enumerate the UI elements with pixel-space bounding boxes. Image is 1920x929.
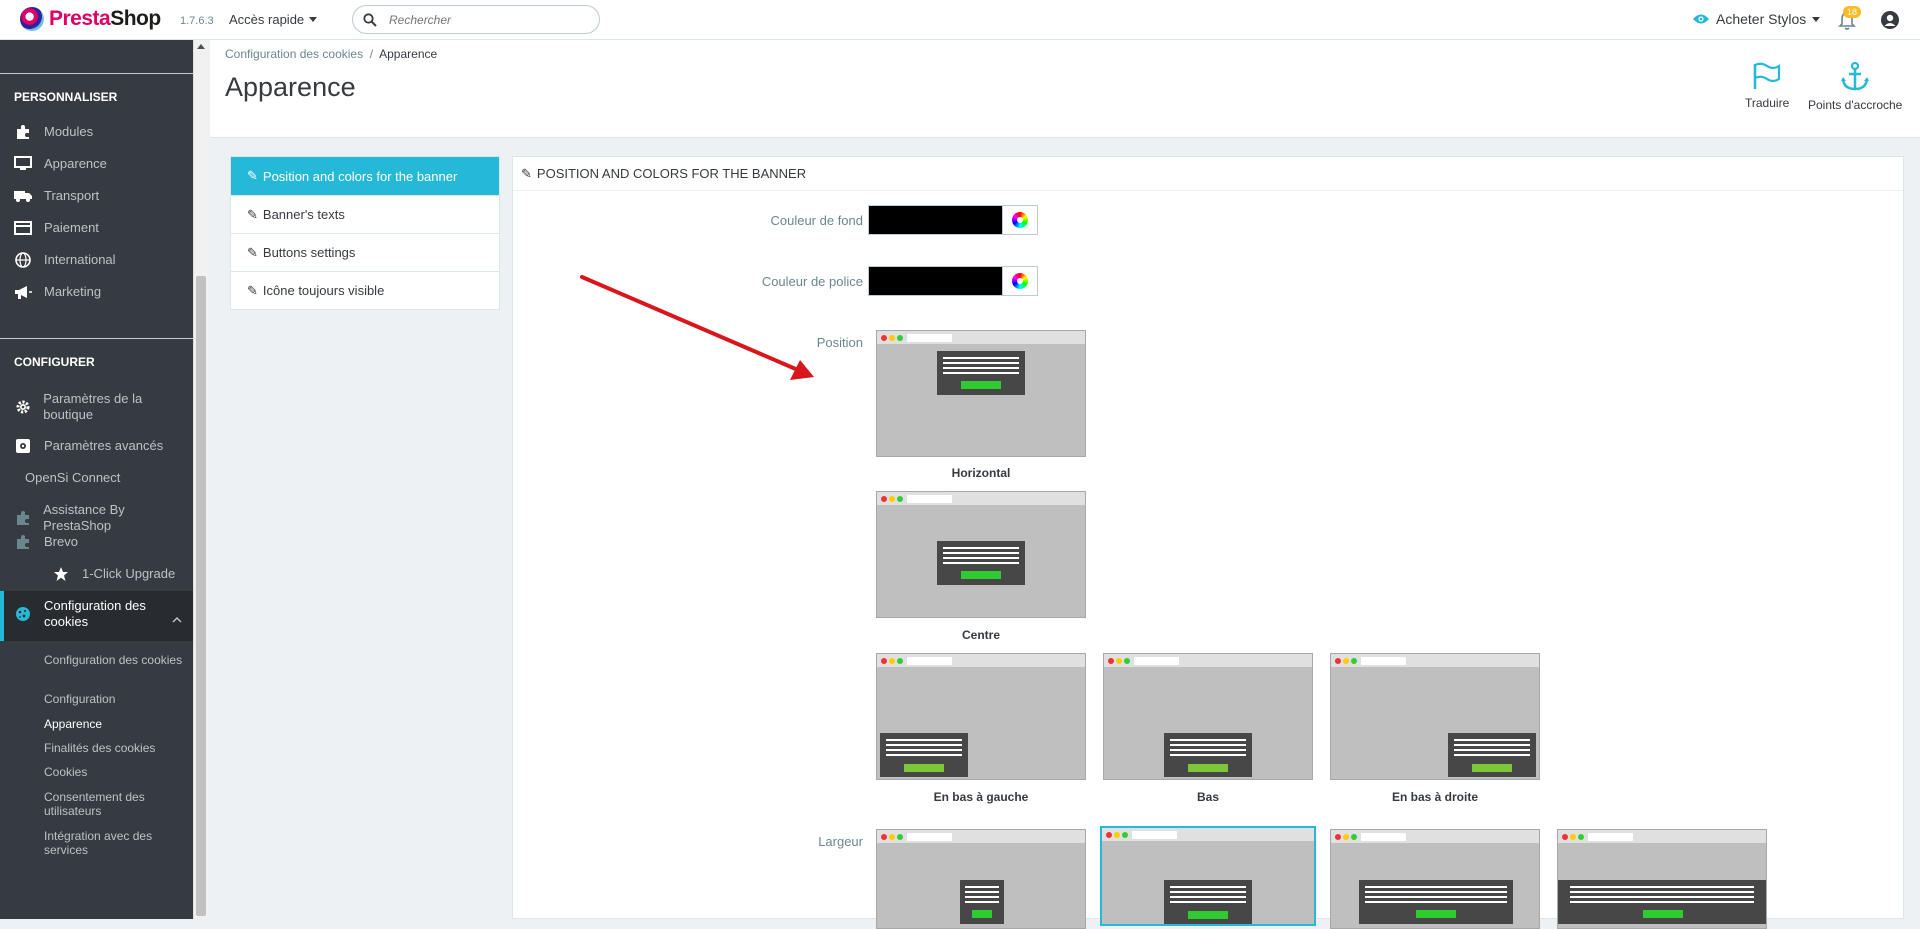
- sidebar-divider: [0, 73, 193, 74]
- pencil-icon: ✎: [247, 282, 258, 298]
- quick-access-dropdown[interactable]: Accès rapide: [229, 12, 318, 27]
- bg-color-picker-button[interactable]: [1002, 205, 1038, 235]
- font-color-picker-button[interactable]: [1002, 266, 1038, 296]
- position-label-bottom-right: En bas à droite: [1391, 790, 1479, 804]
- version-label: 1.7.6.3: [180, 15, 214, 27]
- width-option-large[interactable]: [1330, 829, 1540, 929]
- sidebar-item-international[interactable]: International: [14, 252, 189, 268]
- subnav-finalites[interactable]: Finalités des cookies: [44, 741, 184, 755]
- sidebar-item-brevo[interactable]: Brevo: [14, 534, 189, 550]
- puzzle-icon: [16, 511, 29, 525]
- sidebar-item-apparence[interactable]: Apparence: [14, 156, 189, 172]
- subnav-cookies[interactable]: Cookies: [44, 765, 184, 779]
- page-header: [210, 40, 1920, 138]
- megaphone-icon: [15, 286, 32, 299]
- position-option-horizontal[interactable]: [876, 330, 1086, 457]
- search-input[interactable]: [387, 11, 567, 28]
- search-box[interactable]: [352, 5, 600, 34]
- user-account-icon[interactable]: [1880, 10, 1900, 30]
- scrollbar-thumb[interactable]: [196, 276, 206, 916]
- eye-icon: [1693, 14, 1709, 24]
- position-label-horizontal: Horizontal: [951, 466, 1011, 480]
- sidebar-item-opensi-connect[interactable]: OpenSi Connect: [25, 470, 200, 486]
- breadcrumb: Configuration des cookies / Apparence: [225, 47, 438, 61]
- tab-buttons-settings[interactable]: ✎ Buttons settings: [231, 233, 499, 271]
- pencil-icon: ✎: [247, 168, 258, 183]
- position-label-bottom: Bas: [1196, 790, 1219, 804]
- prestashop-logo-icon: [20, 7, 44, 31]
- position-option-bottom[interactable]: [1103, 653, 1313, 780]
- position-label-centre: Centre: [961, 628, 1000, 642]
- color-wheel-icon: [1012, 273, 1028, 289]
- font-color-input[interactable]: [868, 266, 1003, 296]
- section-configurer: CONFIGURER: [14, 355, 95, 369]
- globe-icon: [15, 252, 31, 268]
- cookie-icon: [16, 607, 30, 621]
- red-arrow-annotation: [580, 275, 814, 380]
- hooks-button[interactable]: Points d'accroche: [1808, 62, 1902, 112]
- color-wheel-icon: [1012, 212, 1028, 228]
- subnav-consentement[interactable]: Consentement des utilisateurs: [44, 790, 184, 818]
- sidebar-item-parametres-avances[interactable]: Paramètres avancés: [14, 438, 189, 454]
- sidebar-item-1-click-upgrade[interactable]: 1-Click Upgrade: [52, 566, 227, 582]
- position-option-centre[interactable]: [876, 491, 1086, 618]
- sidebar-item-transport[interactable]: Transport: [14, 188, 189, 204]
- notifications-badge: 18: [1843, 6, 1862, 18]
- monitor-icon: [14, 156, 32, 170]
- shop-switcher[interactable]: Acheter Stylos: [1692, 11, 1821, 27]
- sidebar-item-parametres-boutique[interactable]: Paramètres de la boutique: [14, 391, 189, 423]
- width-option-medium[interactable]: [1100, 826, 1316, 926]
- puzzle-icon: [17, 125, 29, 139]
- sidebar-active-item[interactable]: Configuration des cookies: [14, 598, 189, 630]
- chevron-down-icon: [309, 17, 318, 22]
- anchor-icon: [1841, 62, 1870, 91]
- chevron-up-icon[interactable]: [172, 616, 182, 624]
- card-icon: [14, 221, 32, 235]
- gear-icon: [16, 400, 30, 414]
- sidebar-item-assistance[interactable]: Assistance By PrestaShop: [14, 502, 189, 534]
- subnav-apparence[interactable]: Apparence: [44, 717, 184, 731]
- translate-button[interactable]: Traduire: [1745, 62, 1789, 110]
- bg-color-label: Couleur de fond: [770, 213, 863, 228]
- sidebar-divider: [0, 338, 193, 339]
- settings-box-icon: [16, 439, 30, 453]
- breadcrumb-current: Apparence: [379, 47, 438, 61]
- pencil-icon: ✎: [247, 206, 258, 222]
- position-option-bottom-right[interactable]: [1330, 653, 1540, 780]
- page-title: Apparence: [225, 72, 356, 102]
- pencil-icon: ✎: [521, 165, 532, 181]
- subnav-configuration-cookies[interactable]: Configuration des cookies: [44, 653, 184, 667]
- position-option-bottom-left[interactable]: [876, 653, 1086, 780]
- prestashop-logo[interactable]: PrestaShop: [20, 7, 161, 31]
- settings-tabs: ✎ Position and colors for the banner ✎ B…: [230, 156, 500, 310]
- tab-banner-texts[interactable]: ✎ Banner's texts: [231, 195, 499, 233]
- top-bar: PrestaShop 1.7.6.3 Accès rapide Acheter …: [0, 0, 1920, 40]
- subnav-integration[interactable]: Intégration avec des services: [44, 829, 184, 857]
- width-label: Largeur: [818, 834, 863, 849]
- sidebar-item-modules[interactable]: Modules: [14, 124, 189, 140]
- section-personnaliser: PERSONNALISER: [14, 90, 118, 104]
- star-icon: [54, 567, 68, 581]
- puzzle-icon: [17, 535, 29, 549]
- panel-heading: ✎ POSITION AND COLORS FOR THE BANNER: [513, 157, 1903, 191]
- width-option-full[interactable]: [1557, 829, 1767, 929]
- breadcrumb-parent[interactable]: Configuration des cookies: [225, 47, 363, 61]
- pencil-icon: ✎: [247, 244, 258, 260]
- chevron-down-icon: [1812, 16, 1821, 22]
- subnav-configuration[interactable]: Configuration: [44, 692, 184, 706]
- sidebar-item-marketing[interactable]: Marketing: [14, 284, 189, 300]
- truck-icon: [14, 191, 32, 202]
- position-label-bottom-left: En bas à gauche: [933, 790, 1029, 804]
- search-icon: [363, 12, 377, 27]
- scroll-up-arrow[interactable]: [197, 44, 205, 49]
- width-option-narrow[interactable]: [876, 829, 1086, 929]
- tab-icon-visible[interactable]: ✎ Icône toujours visible: [231, 271, 499, 309]
- tab-position-colors[interactable]: ✎ Position and colors for the banner: [231, 157, 499, 195]
- flag-icon: [1753, 62, 1781, 89]
- bg-color-input[interactable]: [868, 205, 1003, 235]
- sidebar-item-paiement[interactable]: Paiement: [14, 220, 189, 236]
